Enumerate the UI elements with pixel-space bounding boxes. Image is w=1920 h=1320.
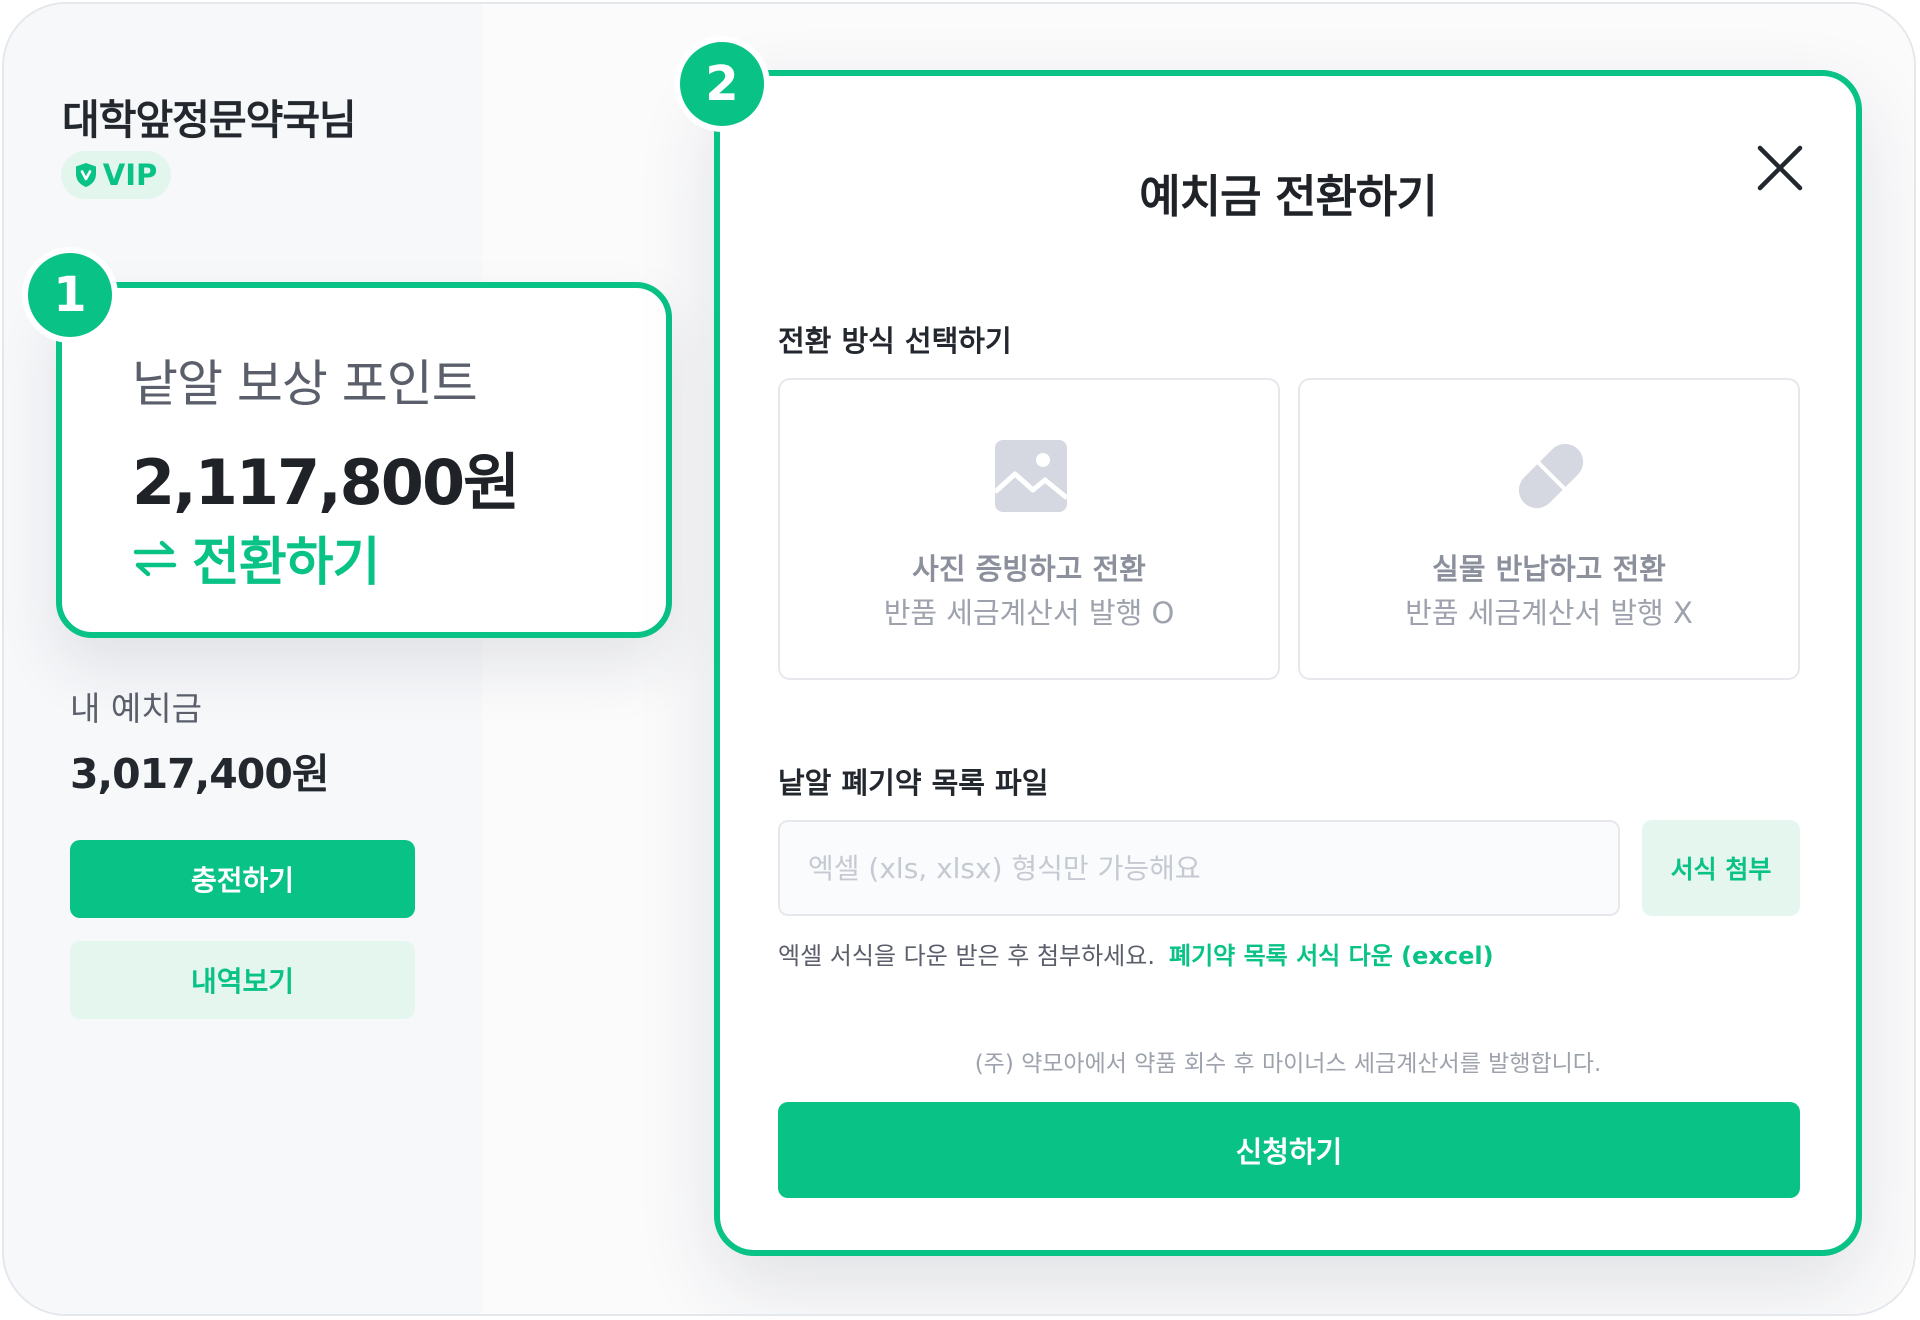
vip-label: VIP (102, 158, 158, 192)
option-physical-return[interactable]: 실물 반납하고 전환 반품 세금계산서 발행 X (1298, 378, 1800, 680)
submit-button[interactable]: 신청하기 (778, 1102, 1800, 1198)
image-icon (993, 440, 1069, 512)
notice-text: (주) 약모아에서 약품 회수 후 마이너스 세금계산서를 발행합니다. (974, 1051, 1602, 1077)
deposit-label: 내 예치금 (70, 689, 202, 728)
sidebar (4, 4, 482, 1314)
app-frame: 대학앞정문약국님 VIP 낱알 보상 포인트 2,117,800원 전환하기 1… (2, 2, 1916, 1316)
modal-title: 예치금 전환하기 (1139, 170, 1437, 223)
points-label: 낱알 보상 포인트 (132, 355, 478, 413)
deposit-value: 3,017,400원 (70, 750, 330, 798)
convert-label: 전환하기 (192, 533, 380, 593)
shield-check-icon (75, 163, 96, 187)
convert-points-link[interactable]: 전환하기 (132, 520, 380, 595)
pill-icon (1518, 443, 1584, 509)
vip-badge: VIP (61, 151, 171, 199)
points-card: 낱알 보상 포인트 2,117,800원 전환하기 (56, 282, 672, 638)
download-template-link[interactable]: 폐기약 목록 서식 다운 (excel) (1169, 936, 1494, 971)
user-name: 대학앞정문약국님 (62, 96, 357, 144)
help-text: 엑셀 서식을 다운 받은 후 첨부하세요. (778, 942, 1155, 970)
file-section-label: 낱알 폐기약 목록 파일 (778, 766, 1049, 800)
option-title: 실물 반납하고 전환 (1432, 552, 1666, 586)
convert-deposit-modal: 예치금 전환하기 전환 방식 선택하기 사진 증빙하고 전환 반품 세금계산서 … (714, 70, 1862, 1256)
method-section-label: 전환 방식 선택하기 (778, 324, 1012, 358)
callout-badge-2: 2 (674, 36, 770, 132)
option-title: 사진 증빙하고 전환 (912, 552, 1146, 586)
file-input[interactable] (778, 820, 1620, 916)
callout-badge-1: 1 (22, 247, 118, 343)
option-subtitle: 반품 세금계산서 발행 O (883, 596, 1175, 630)
attach-file-button[interactable]: 서식 첨부 (1642, 820, 1800, 916)
history-button[interactable]: 내역보기 (70, 941, 415, 1019)
close-icon[interactable] (1752, 140, 1808, 196)
help-row: 엑셀 서식을 다운 받은 후 첨부하세요. 폐기약 목록 서식 다운 (exce… (778, 936, 1494, 971)
option-photo-proof[interactable]: 사진 증빙하고 전환 반품 세금계산서 발행 O (778, 378, 1280, 680)
charge-button[interactable]: 충전하기 (70, 840, 415, 918)
swap-arrows-icon (133, 540, 177, 576)
option-subtitle: 반품 세금계산서 발행 X (1405, 596, 1693, 630)
points-value: 2,117,800원 (132, 446, 520, 519)
